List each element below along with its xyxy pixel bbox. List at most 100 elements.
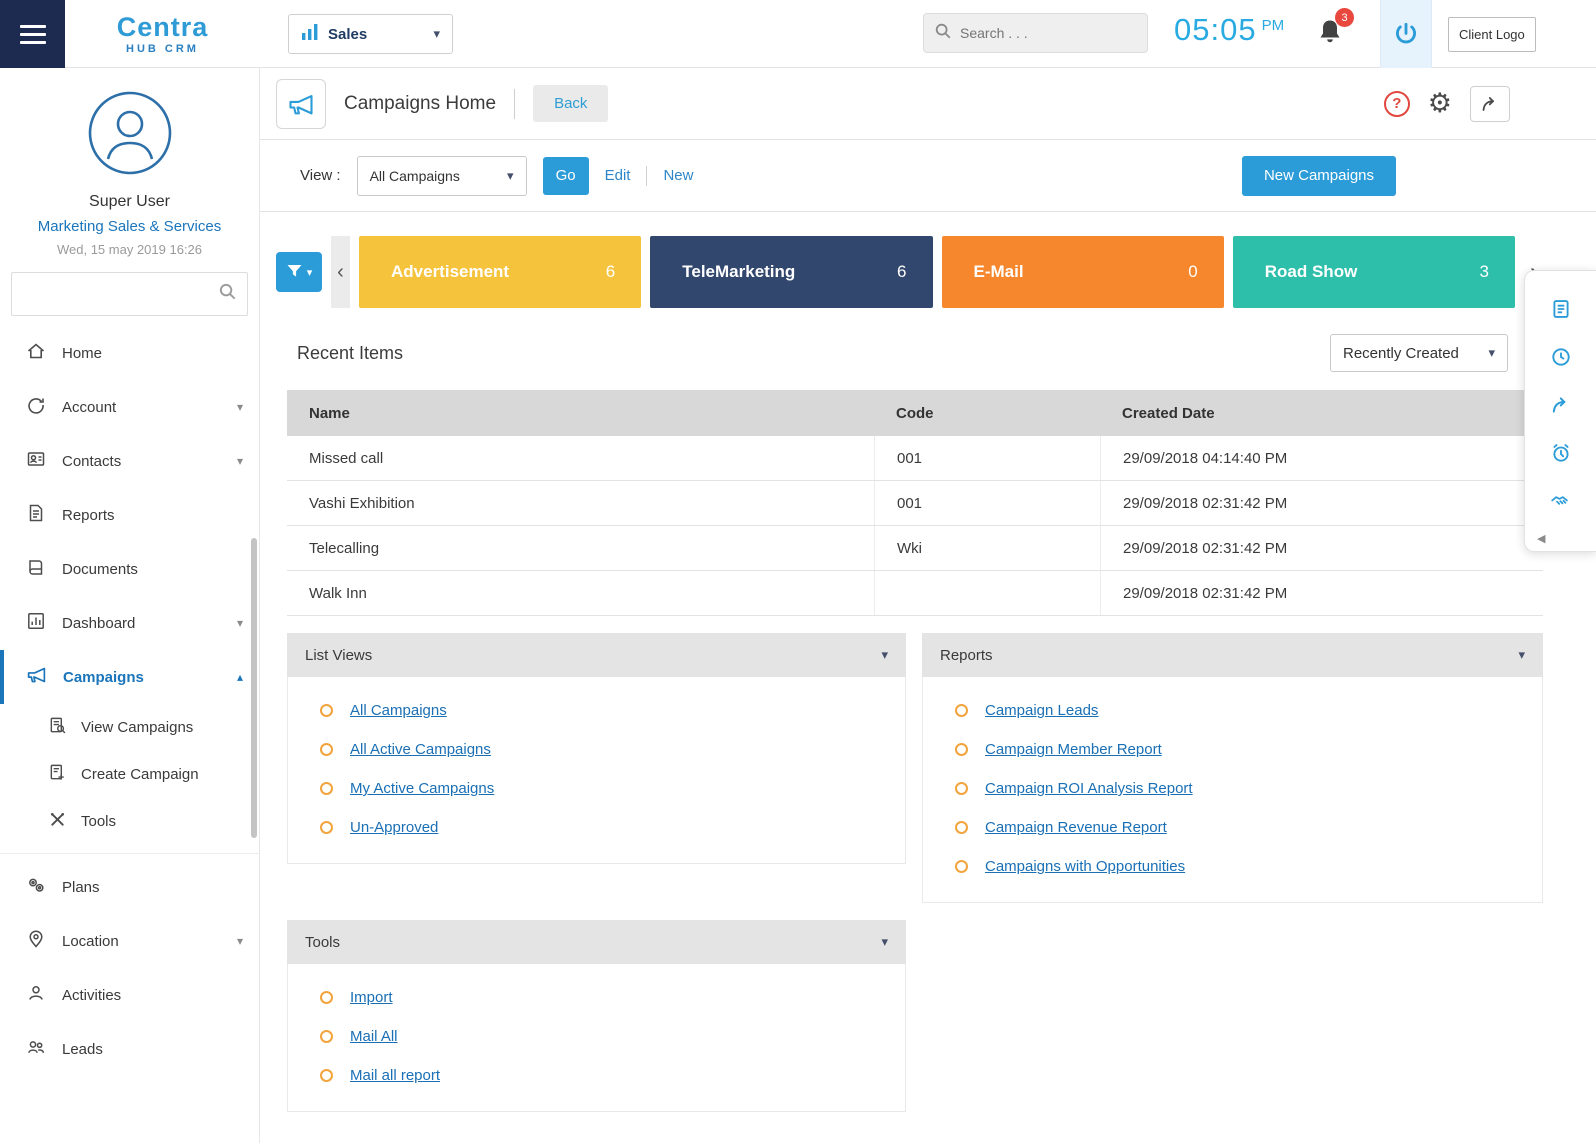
tool-item[interactable]: Import [288, 978, 905, 1017]
go-button[interactable]: Go [543, 157, 589, 195]
client-logo: Client Logo [1448, 17, 1536, 52]
sidebar-scrollbar[interactable] [251, 538, 257, 838]
radio-bullet-icon [320, 704, 333, 717]
report-item[interactable]: Campaign Leads [923, 691, 1542, 730]
gear-icon[interactable]: ⚙ [1428, 90, 1452, 117]
table-row[interactable]: Walk Inn 29/09/2018 02:31:42 PM [287, 571, 1543, 616]
card-count: 6 [897, 262, 906, 282]
campaigns-megaphone-icon [276, 79, 326, 129]
sidebar-item-tools[interactable]: Tools [0, 798, 259, 845]
column-header-created-date: Created Date [1100, 390, 1543, 436]
alarm-reminder-icon[interactable] [1525, 429, 1596, 477]
topbar: Centra HUB CRM Sales ▾ 05:05 PM 3 Client… [0, 0, 1596, 68]
notification-badge: 3 [1335, 8, 1354, 27]
sidebar-item-dashboard[interactable]: Dashboard ▾ [0, 596, 259, 650]
chevron-down-icon: ▾ [881, 934, 888, 950]
report-item[interactable]: Campaign Revenue Report [923, 808, 1542, 847]
table-row[interactable]: Vashi Exhibition 001 29/09/2018 02:31:42… [287, 481, 1543, 526]
new-campaigns-button[interactable]: New Campaigns [1242, 156, 1396, 196]
reports-icon [26, 503, 46, 528]
chevron-down-icon: ▾ [433, 26, 440, 42]
handshake-icon[interactable] [1525, 477, 1596, 525]
sidebar-item-documents[interactable]: Documents [0, 542, 259, 596]
list-view-item[interactable]: Un-Approved [288, 808, 905, 847]
divider [646, 166, 647, 186]
notifications-button[interactable]: 3 [1316, 16, 1350, 52]
share-arrow-icon[interactable] [1525, 381, 1596, 429]
card-email[interactable]: E-Mail 0 [942, 236, 1224, 308]
module-select-value: Sales [328, 26, 424, 43]
card-count: 3 [1480, 262, 1489, 282]
card-advertisement[interactable]: Advertisement 6 [359, 236, 641, 308]
chevron-up-icon: ▴ [237, 670, 243, 684]
sidebar-item-home[interactable]: Home [0, 326, 259, 380]
sidebar-item-reports[interactable]: Reports [0, 488, 259, 542]
main-content: Campaigns Home Back ? ⚙ View : All Campa… [260, 68, 1596, 1143]
table-row[interactable]: Missed call 001 29/09/2018 04:14:40 PM [287, 436, 1543, 481]
history-clock-icon[interactable] [1525, 333, 1596, 381]
back-button[interactable]: Back [533, 85, 608, 122]
list-view-item[interactable]: My Active Campaigns [288, 769, 905, 808]
contacts-icon [26, 449, 46, 474]
sidebar-item-create-campaign[interactable]: Create Campaign [0, 751, 259, 798]
sidebar-item-account[interactable]: Account ▾ [0, 380, 259, 434]
toolbar-collapse-icon[interactable]: ◀ [1537, 532, 1545, 545]
new-link[interactable]: New [663, 167, 693, 184]
recent-sort-select[interactable]: Recently Created ▾ [1330, 334, 1508, 372]
divider [514, 89, 515, 119]
card-count: 0 [1188, 262, 1197, 282]
view-bar: View : All Campaigns ▾ Go Edit New New C… [260, 140, 1596, 212]
radio-bullet-icon [955, 821, 968, 834]
user-role[interactable]: Marketing Sales & Services [0, 218, 259, 235]
cards-prev-icon[interactable]: ‹ [331, 236, 350, 308]
page-title: Campaigns Home [344, 93, 496, 115]
tools-panel-header[interactable]: Tools ▾ [287, 920, 906, 964]
view-select[interactable]: All Campaigns ▾ [357, 156, 527, 196]
chevron-down-icon: ▾ [237, 934, 243, 948]
report-item[interactable]: Campaign Member Report [923, 730, 1542, 769]
list-view-item[interactable]: All Active Campaigns [288, 730, 905, 769]
logout-power-button[interactable] [1380, 0, 1432, 68]
list-view-item[interactable]: All Campaigns [288, 691, 905, 730]
brand-subtitle: HUB CRM [126, 43, 199, 55]
sidebar-item-campaigns[interactable]: Campaigns ▴ [0, 650, 259, 704]
report-clipboard-icon[interactable] [1525, 285, 1596, 333]
recent-items-table: Name Code Created Date Missed call 001 2… [287, 390, 1543, 616]
help-icon[interactable]: ? [1384, 91, 1410, 117]
quick-actions-toolbar: ◀ [1524, 270, 1596, 552]
chevron-down-icon: ▾ [307, 266, 313, 279]
card-telemarketing[interactable]: TeleMarketing 6 [650, 236, 932, 308]
radio-bullet-icon [320, 743, 333, 756]
tool-item[interactable]: Mail all report [288, 1056, 905, 1095]
tool-item[interactable]: Mail All [288, 1017, 905, 1056]
sidebar-item-contacts[interactable]: Contacts ▾ [0, 434, 259, 488]
activities-icon [26, 983, 46, 1008]
module-select[interactable]: Sales ▾ [288, 14, 453, 54]
card-road-show[interactable]: Road Show 3 [1233, 236, 1515, 308]
sidebar-search-input[interactable] [22, 286, 218, 302]
global-search-input[interactable] [960, 25, 1120, 41]
sidebar-item-view-campaigns[interactable]: View Campaigns [0, 704, 259, 751]
sidebar-item-activities[interactable]: Activities [0, 968, 259, 1022]
account-icon [26, 395, 46, 420]
radio-bullet-icon [320, 991, 333, 1004]
sidebar-item-plans[interactable]: Plans [0, 860, 259, 914]
bar-chart-icon [301, 23, 319, 46]
hamburger-menu-button[interactable] [0, 0, 65, 68]
filter-button[interactable]: ▾ [276, 252, 322, 292]
report-item[interactable]: Campaign ROI Analysis Report [923, 769, 1542, 808]
sidebar-divider [0, 853, 259, 854]
table-row[interactable]: Telecalling Wki 29/09/2018 02:31:42 PM [287, 526, 1543, 571]
chevron-down-icon: ▾ [507, 168, 514, 184]
plans-icon [26, 875, 46, 900]
sidebar-item-location[interactable]: Location ▾ [0, 914, 259, 968]
list-views-panel-header[interactable]: List Views ▾ [287, 633, 906, 677]
dashboard-icon [26, 611, 46, 636]
sidebar-item-leads[interactable]: Leads [0, 1022, 259, 1076]
reports-panel-header[interactable]: Reports ▾ [922, 633, 1543, 677]
share-icon[interactable] [1470, 86, 1510, 122]
global-search [923, 13, 1148, 53]
report-item[interactable]: Campaigns with Opportunities [923, 847, 1542, 886]
edit-link[interactable]: Edit [605, 167, 631, 184]
radio-bullet-icon [955, 782, 968, 795]
